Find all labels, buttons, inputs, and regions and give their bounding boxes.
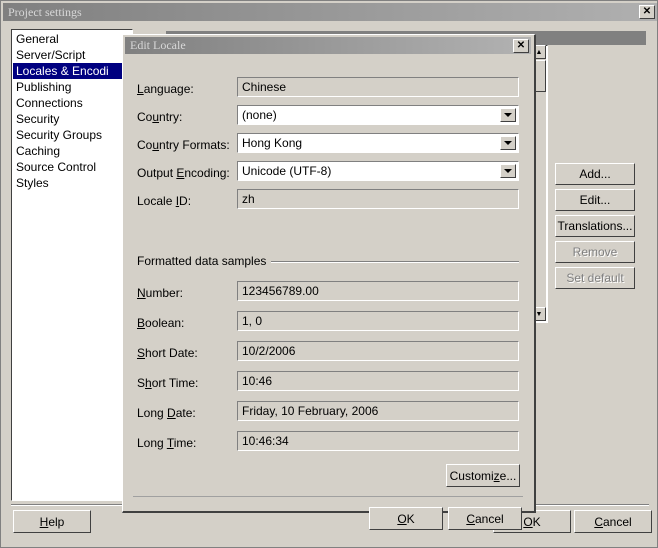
short-date-label: Short Date: xyxy=(137,346,198,360)
boolean-sample-value: 1, 0 xyxy=(242,314,263,328)
short-date-sample-field: 10/2/2006 xyxy=(237,341,519,361)
country-dropdown[interactable]: (none) xyxy=(237,105,519,125)
translations-button[interactable]: Translations... xyxy=(555,215,635,237)
locale-id-field: zh xyxy=(237,189,519,209)
short-date-sample-value: 10/2/2006 xyxy=(242,344,296,358)
dialog-titlebar[interactable]: Edit Locale ✕ xyxy=(125,37,531,54)
short-time-sample-value: 10:46 xyxy=(242,374,273,388)
number-sample-field: 123456789.00 xyxy=(237,281,519,301)
chevron-down-icon[interactable] xyxy=(500,164,516,178)
help-button[interactable]: Help xyxy=(13,510,91,533)
boolean-label: Boolean: xyxy=(137,316,185,330)
dialog-title: Edit Locale xyxy=(130,38,186,52)
sidebar-item-publishing[interactable]: Publishing xyxy=(13,79,131,95)
settings-category-listbox[interactable]: General Server/Script Locales & Encodi P… xyxy=(11,29,133,501)
close-icon[interactable]: ✕ xyxy=(639,5,655,19)
dialog-cancel-button[interactable]: Cancel xyxy=(448,507,522,530)
main-titlebar[interactable]: Project settings ✕ xyxy=(3,3,657,21)
long-time-sample-value: 10:46:34 xyxy=(242,434,289,448)
sidebar-item-locales-encoding[interactable]: Locales & Encodi xyxy=(13,63,131,79)
formatted-data-samples-group-label: Formatted data samples xyxy=(137,254,271,268)
main-ok-label: OK xyxy=(523,514,541,529)
sidebar-item-general[interactable]: General xyxy=(13,31,131,47)
language-label: Language: xyxy=(137,82,194,96)
main-cancel-label: Cancel xyxy=(594,514,632,529)
dialog-ok-label: OK xyxy=(397,511,415,526)
language-field: Chinese xyxy=(237,77,519,97)
long-date-sample-value: Friday, 10 February, 2006 xyxy=(242,404,379,418)
customize-button-label: Customize... xyxy=(449,468,517,483)
number-label: Number: xyxy=(137,286,184,300)
long-time-label: Long Time: xyxy=(137,436,197,450)
sidebar-item-security-groups[interactable]: Security Groups xyxy=(13,127,131,143)
screen-root: Project settings ✕ General Server/Script… xyxy=(0,0,658,548)
chevron-down-icon[interactable] xyxy=(500,136,516,150)
group-divider xyxy=(271,261,519,263)
chevron-down-icon[interactable] xyxy=(500,108,516,122)
edit-button[interactable]: Edit... xyxy=(555,189,635,211)
add-button[interactable]: Add... xyxy=(555,163,635,185)
output-encoding-value: Unicode (UTF-8) xyxy=(242,164,332,178)
language-value: Chinese xyxy=(242,80,287,94)
country-formats-value: Hong Kong xyxy=(242,136,303,150)
sidebar-item-security[interactable]: Security xyxy=(13,111,131,127)
output-encoding-label: Output Encoding: xyxy=(137,166,230,180)
help-button-label: Help xyxy=(39,514,65,529)
country-formats-label: Country Formats: xyxy=(137,138,230,152)
sidebar-item-connections[interactable]: Connections xyxy=(13,95,131,111)
long-time-sample-field: 10:46:34 xyxy=(237,431,519,451)
dialog-cancel-label: Cancel xyxy=(466,511,504,526)
output-encoding-dropdown[interactable]: Unicode (UTF-8) xyxy=(237,161,519,181)
dialog-button-separator xyxy=(133,496,523,497)
long-date-label: Long Date: xyxy=(137,406,196,420)
dialog-ok-button[interactable]: OK xyxy=(369,507,443,530)
customize-button[interactable]: Customize... xyxy=(446,464,520,487)
sidebar-item-server-script[interactable]: Server/Script xyxy=(13,47,131,63)
set-default-button: Set default xyxy=(555,267,635,289)
locale-id-label: Locale ID: xyxy=(137,194,192,208)
number-sample-value: 123456789.00 xyxy=(242,284,319,298)
sidebar-item-source-control[interactable]: Source Control xyxy=(13,159,131,175)
boolean-sample-field: 1, 0 xyxy=(237,311,519,331)
short-time-sample-field: 10:46 xyxy=(237,371,519,391)
long-date-sample-field: Friday, 10 February, 2006 xyxy=(237,401,519,421)
edit-locale-dialog: Edit Locale ✕ Language: Chinese Country:… xyxy=(122,34,536,530)
settings-category-list: General Server/Script Locales & Encodi P… xyxy=(13,31,131,499)
short-time-label: Short Time: xyxy=(137,376,199,390)
sidebar-item-caching[interactable]: Caching xyxy=(13,143,131,159)
remove-button: Remove xyxy=(555,241,635,263)
country-formats-dropdown[interactable]: Hong Kong xyxy=(237,133,519,153)
main-cancel-button[interactable]: Cancel xyxy=(574,510,652,533)
locale-id-value: zh xyxy=(242,192,255,206)
sidebar-item-styles[interactable]: Styles xyxy=(13,175,131,191)
country-label: Country: xyxy=(137,110,183,124)
main-window-title: Project settings xyxy=(8,4,82,19)
country-value: (none) xyxy=(242,108,277,122)
close-icon[interactable]: ✕ xyxy=(513,38,529,53)
